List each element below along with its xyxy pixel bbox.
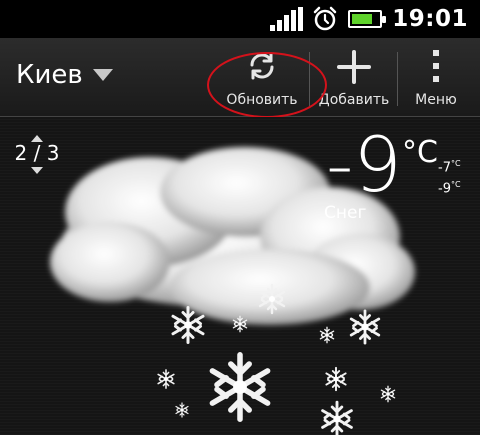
current-temperature: -9 [326,120,402,209]
high-unit: °C [450,159,461,168]
status-icons: 19:01 [270,4,468,34]
weather-condition: Снег [324,203,367,223]
battery-icon [348,10,387,28]
add-label: Добавить [318,92,390,108]
weather-panel[interactable]: 2 / 3 -9 °C -7°C -9°C Снег [0,117,480,435]
menu-button[interactable]: Меню [403,38,469,116]
arrow-down-icon [31,167,43,174]
action-divider [397,52,398,106]
status-time: 19:01 [392,6,468,32]
signal-icon [270,7,304,31]
battery-fill [352,14,372,24]
status-bar: 19:01 [0,0,480,38]
temperature-unit: °C [402,135,438,170]
alarm-clock-icon [314,6,337,31]
city-selector[interactable]: Киев [16,60,113,90]
plus-icon [337,50,371,84]
page-indicator[interactable]: 2 / 3 [14,135,60,174]
menu-label: Меню [415,92,457,108]
low-temperature: -9°C [438,180,461,196]
page-indicator-text: 2 / 3 [14,141,60,165]
city-name: Киев [16,60,83,90]
low-value: -9 [438,181,451,197]
add-button[interactable]: Добавить [314,38,394,116]
refresh-highlight-circle [207,52,327,118]
overflow-menu-icon [433,50,439,82]
high-value: -7 [438,160,451,176]
high-temperature: -7°C [438,159,461,175]
chevron-down-icon [92,69,113,81]
low-unit: °C [450,180,461,189]
